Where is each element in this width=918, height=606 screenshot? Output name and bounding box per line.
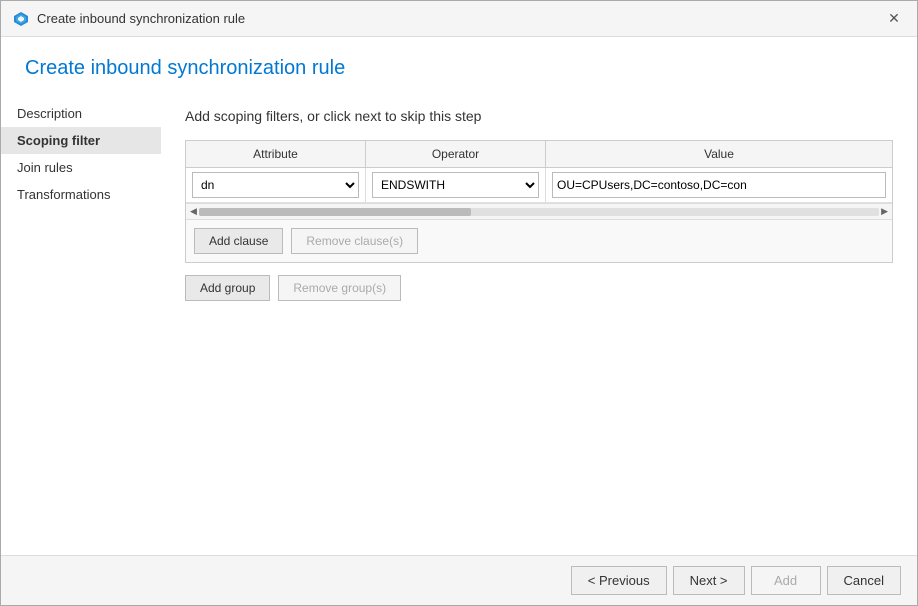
dialog-content: Create inbound synchronization rule Desc… <box>1 37 917 605</box>
clause-buttons: Add clause Remove clause(s) <box>186 219 892 262</box>
col-header-attribute: Attribute <box>186 141 366 167</box>
sync-icon <box>13 11 29 27</box>
section-title: Add scoping filters, or click next to sk… <box>185 108 893 124</box>
sidebar-item-scoping-filter[interactable]: Scoping filter <box>1 127 161 154</box>
title-bar: Create inbound synchronization rule ✕ <box>1 1 917 37</box>
remove-clause-button[interactable]: Remove clause(s) <box>291 228 418 254</box>
scrollbar-track <box>199 208 879 216</box>
content-area: Add scoping filters, or click next to sk… <box>161 92 917 555</box>
page-heading: Create inbound synchronization rule <box>25 57 893 80</box>
add-group-button[interactable]: Add group <box>185 275 270 301</box>
dialog: Create inbound synchronization rule ✕ Cr… <box>0 0 918 606</box>
remove-group-button[interactable]: Remove group(s) <box>278 275 401 301</box>
cancel-button[interactable]: Cancel <box>827 566 901 595</box>
group-buttons: Add group Remove group(s) <box>185 275 893 301</box>
sidebar-item-description[interactable]: Description <box>1 100 161 127</box>
filter-table-header: Attribute Operator Value <box>186 141 892 168</box>
close-button[interactable]: ✕ <box>883 8 905 30</box>
attribute-select[interactable]: dn <box>192 172 359 198</box>
scroll-left-arrow[interactable]: ◀ <box>188 206 199 217</box>
next-button[interactable]: Next > <box>673 566 745 595</box>
col-header-value: Value <box>546 141 892 167</box>
add-clause-button[interactable]: Add clause <box>194 228 283 254</box>
scrollbar-thumb <box>199 208 471 216</box>
main-area: Add scoping filters, or click next to sk… <box>161 92 917 555</box>
previous-button[interactable]: < Previous <box>571 566 667 595</box>
sidebar-item-transformations[interactable]: Transformations <box>1 181 161 208</box>
operator-cell: ENDSWITH <box>366 168 546 202</box>
table-row: dn ENDSWITH <box>186 168 892 203</box>
attribute-cell: dn <box>186 168 366 202</box>
filter-table-container: Attribute Operator Value dn <box>185 140 893 263</box>
sidebar-item-join-rules[interactable]: Join rules <box>1 154 161 181</box>
page-header: Create inbound synchronization rule <box>1 37 917 92</box>
scroll-right-arrow[interactable]: ▶ <box>879 206 890 217</box>
sidebar: Description Scoping filter Join rules Tr… <box>1 92 161 555</box>
title-bar-left: Create inbound synchronization rule <box>13 11 245 27</box>
add-button[interactable]: Add <box>751 566 821 595</box>
title-bar-title: Create inbound synchronization rule <box>37 11 245 26</box>
col-header-operator: Operator <box>366 141 546 167</box>
value-cell <box>546 168 892 202</box>
value-input[interactable] <box>552 172 886 198</box>
footer: < Previous Next > Add Cancel <box>1 555 917 605</box>
horizontal-scrollbar[interactable]: ◀ ▶ <box>186 203 892 219</box>
dialog-main: Description Scoping filter Join rules Tr… <box>1 92 917 555</box>
operator-select[interactable]: ENDSWITH <box>372 172 539 198</box>
